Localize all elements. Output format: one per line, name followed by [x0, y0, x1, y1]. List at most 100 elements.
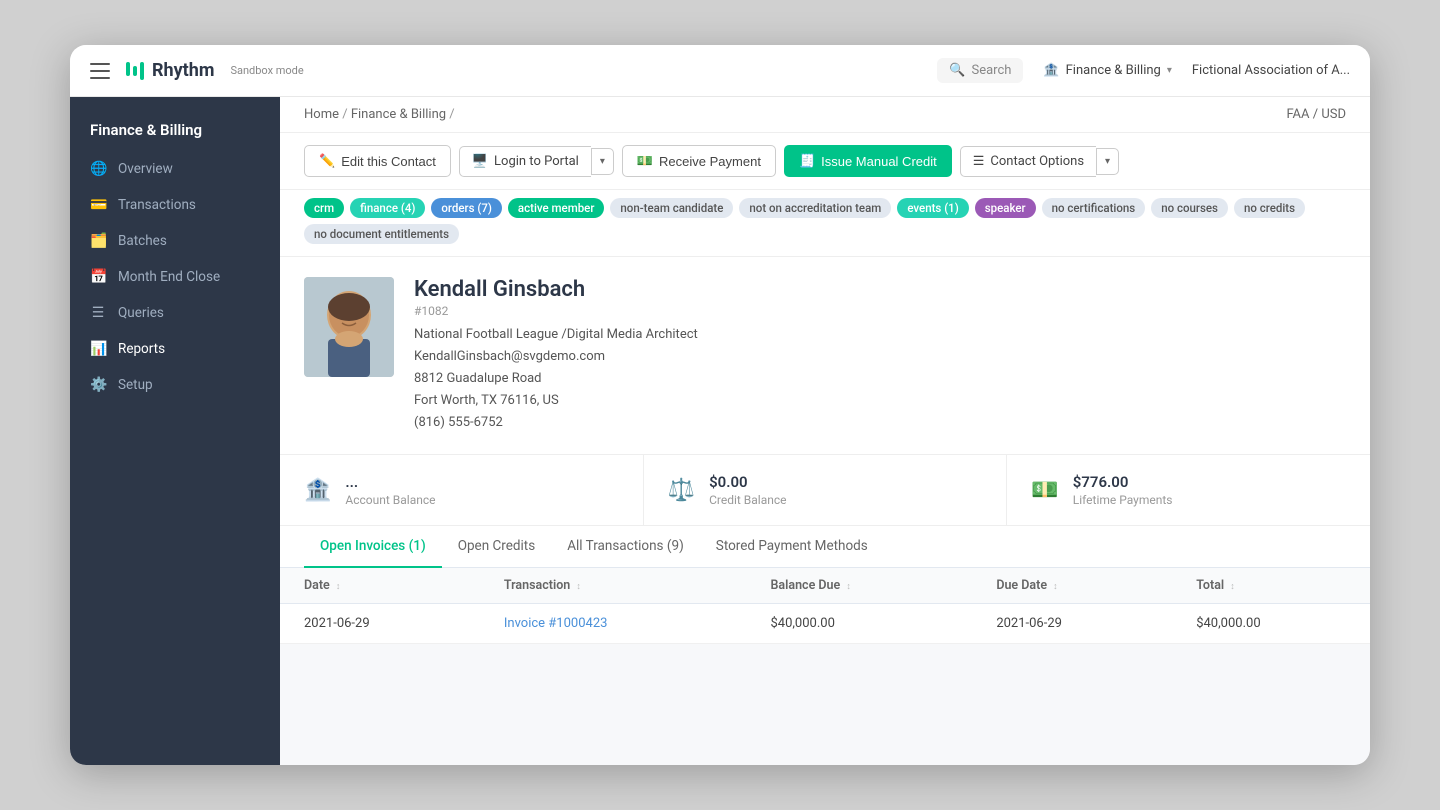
- sidebar-item-setup[interactable]: ⚙️ Setup: [70, 367, 280, 403]
- hamburger-icon[interactable]: [90, 63, 110, 79]
- sidebar-item-overview[interactable]: 🌐 Overview: [70, 151, 280, 187]
- search-box[interactable]: 🔍 Search: [937, 58, 1023, 83]
- tab-all-transactions[interactable]: All Transactions (9): [551, 526, 700, 568]
- sidebar-item-label: Batches: [118, 233, 167, 249]
- tabs-nav: Open Invoices (1) Open Credits All Trans…: [280, 526, 1370, 568]
- profile-id: #1082: [414, 304, 1346, 318]
- globe-icon: 🌐: [90, 161, 106, 177]
- breadcrumb-home[interactable]: Home: [304, 107, 339, 122]
- cell-date: 2021-06-29: [280, 604, 480, 644]
- edit-contact-button[interactable]: ✏️ Edit this Contact: [304, 145, 451, 177]
- lifetime-payments-value: $776.00: [1073, 473, 1173, 491]
- faa-badge: FAA / USD: [1286, 107, 1346, 122]
- sandbox-badge: Sandbox mode: [230, 64, 303, 77]
- logo-area: Rhythm Sandbox mode: [126, 60, 304, 81]
- col-balance-due[interactable]: Balance Due ↕: [746, 568, 972, 604]
- cell-balance-due: $40,000.00: [746, 604, 972, 644]
- sidebar-item-label: Overview: [118, 161, 173, 177]
- sidebar-item-batches[interactable]: 🗂️ Batches: [70, 223, 280, 259]
- profile-name: Kendall Ginsbach: [414, 277, 1346, 302]
- top-bar-right: 🔍 Search 🏦 Finance & Billing ▾ Fictional…: [937, 58, 1350, 83]
- receive-payment-label: Receive Payment: [659, 154, 761, 169]
- tag-crm[interactable]: crm: [304, 198, 344, 218]
- profile-address2: Fort Worth, TX 76116, US: [414, 390, 1346, 412]
- profile-section: Kendall Ginsbach #1082 National Football…: [280, 257, 1370, 455]
- sidebar-item-reports[interactable]: 📊 Reports: [70, 331, 280, 367]
- tag-active-member[interactable]: active member: [508, 198, 605, 218]
- cell-due-date: 2021-06-29: [972, 604, 1172, 644]
- tab-open-invoices[interactable]: Open Invoices (1): [304, 526, 442, 568]
- tag-not-accreditation[interactable]: not on accreditation team: [739, 198, 891, 218]
- contact-options-button[interactable]: ☰ Contact Options: [960, 146, 1096, 177]
- sidebar-item-label: Reports: [118, 341, 165, 357]
- sidebar: Finance & Billing 🌐 Overview 💳 Transacti…: [70, 97, 280, 765]
- invoices-table: Date ↕ Transaction ↕ Balance Due ↕ Due D…: [280, 568, 1370, 644]
- credit-icon: 🧾: [799, 153, 815, 169]
- tag-no-credits[interactable]: no credits: [1234, 198, 1305, 218]
- batches-icon: 🗂️: [90, 233, 106, 249]
- credit-balance-icon: ⚖️: [668, 478, 695, 503]
- account-balance-label: Account Balance: [345, 493, 435, 507]
- issue-credit-button[interactable]: 🧾 Issue Manual Credit: [784, 145, 952, 177]
- finance-nav-icon: 🏦: [1043, 63, 1059, 78]
- portal-icon: 🖥️: [472, 154, 488, 169]
- profile-avatar: [304, 277, 394, 377]
- login-portal-button[interactable]: 🖥️ Login to Portal: [459, 146, 591, 177]
- sidebar-item-queries[interactable]: ☰ Queries: [70, 295, 280, 331]
- breadcrumb-sep2: /: [449, 107, 454, 122]
- tags-row: crm finance (4) orders (7) active member…: [280, 190, 1370, 257]
- top-bar: Rhythm Sandbox mode 🔍 Search 🏦 Finance &…: [70, 45, 1370, 97]
- profile-email[interactable]: KendallGinsbach@svgdemo.com: [414, 346, 1346, 368]
- credit-balance-value: $0.00: [709, 473, 786, 491]
- transactions-icon: 💳: [90, 197, 106, 213]
- sidebar-item-label: Transactions: [118, 197, 196, 213]
- stat-lifetime-payments: 💵 $776.00 Lifetime Payments: [1007, 455, 1370, 525]
- breadcrumb-finance[interactable]: Finance & Billing: [351, 107, 446, 122]
- receive-payment-button[interactable]: 💵 Receive Payment: [622, 145, 776, 177]
- sidebar-item-label: Queries: [118, 305, 164, 321]
- tag-orders[interactable]: orders (7): [431, 198, 502, 218]
- login-portal-split-button[interactable]: 🖥️ Login to Portal ▾: [459, 146, 614, 177]
- col-transaction[interactable]: Transaction ↕: [480, 568, 747, 604]
- login-portal-label: Login to Portal: [494, 154, 579, 169]
- table-row: 2021-06-29 Invoice #1000423 $40,000.00 2…: [280, 604, 1370, 644]
- stat-credit-balance: ⚖️ $0.00 Credit Balance: [644, 455, 1008, 525]
- sidebar-item-month-end-close[interactable]: 📅 Month End Close: [70, 259, 280, 295]
- tag-non-team[interactable]: non-team candidate: [610, 198, 733, 218]
- tag-speaker[interactable]: speaker: [975, 198, 1036, 218]
- setup-icon: ⚙️: [90, 377, 106, 393]
- tag-no-doc-entitlements[interactable]: no document entitlements: [304, 224, 459, 244]
- col-total[interactable]: Total ↕: [1172, 568, 1370, 604]
- profile-org: National Football League /Digital Media …: [414, 324, 1346, 346]
- search-placeholder: Search: [971, 63, 1011, 78]
- col-date[interactable]: Date ↕: [280, 568, 480, 604]
- account-balance-icon: 🏦: [304, 478, 331, 503]
- reports-icon: 📊: [90, 341, 106, 357]
- tag-events[interactable]: events (1): [897, 198, 968, 218]
- contact-options-dropdown[interactable]: ▾: [1096, 148, 1119, 175]
- login-portal-dropdown[interactable]: ▾: [591, 148, 614, 175]
- profile-details: National Football League /Digital Media …: [414, 324, 1346, 434]
- tab-open-credits[interactable]: Open Credits: [442, 526, 552, 568]
- profile-address1: 8812 Guadalupe Road: [414, 368, 1346, 390]
- finance-billing-nav[interactable]: 🏦 Finance & Billing ▾: [1043, 63, 1171, 78]
- tag-no-courses[interactable]: no courses: [1151, 198, 1228, 218]
- queries-icon: ☰: [90, 305, 106, 321]
- finance-nav-label: Finance & Billing: [1066, 63, 1161, 78]
- stats-row: 🏦 ... Account Balance ⚖️ $0.00 Credit Ba…: [280, 455, 1370, 526]
- tag-no-certifications[interactable]: no certifications: [1042, 198, 1146, 218]
- profile-phone: (816) 555-6752: [414, 412, 1346, 434]
- tab-stored-payments[interactable]: Stored Payment Methods: [700, 526, 884, 568]
- cell-total: $40,000.00: [1172, 604, 1370, 644]
- tag-finance[interactable]: finance (4): [350, 198, 425, 218]
- options-icon: ☰: [973, 154, 985, 169]
- stat-info-lifetime: $776.00 Lifetime Payments: [1073, 473, 1173, 507]
- issue-credit-label: Issue Manual Credit: [821, 154, 937, 169]
- sidebar-item-transactions[interactable]: 💳 Transactions: [70, 187, 280, 223]
- breadcrumb: Home / Finance & Billing /: [304, 107, 455, 122]
- col-due-date[interactable]: Due Date ↕: [972, 568, 1172, 604]
- cell-transaction[interactable]: Invoice #1000423: [480, 604, 747, 644]
- contact-options-label: Contact Options: [990, 154, 1084, 169]
- profile-info: Kendall Ginsbach #1082 National Football…: [414, 277, 1346, 434]
- content-header: Home / Finance & Billing / FAA / USD: [280, 97, 1370, 133]
